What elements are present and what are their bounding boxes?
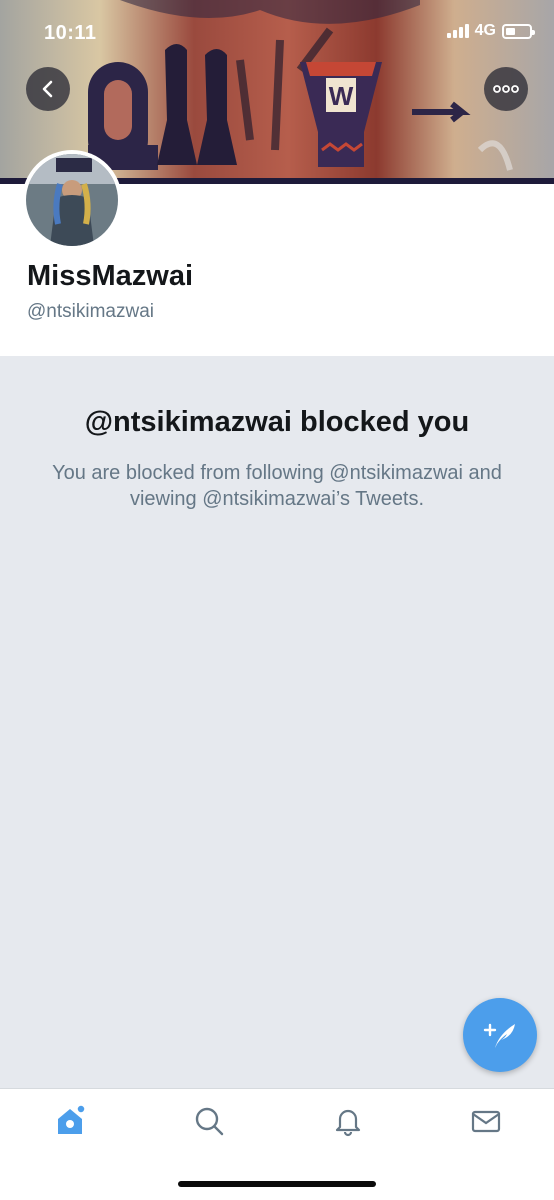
network-type: 4G (474, 22, 496, 39)
mail-icon (471, 1110, 501, 1133)
blocked-notice: @ntsikimazwai blocked you You are blocke… (0, 356, 554, 1088)
search-icon (195, 1107, 224, 1136)
home-icon (58, 1104, 86, 1134)
status-indicators: 4G (446, 22, 535, 40)
tab-home[interactable] (50, 1101, 90, 1141)
tab-search[interactable] (189, 1101, 229, 1141)
compose-tweet-button[interactable] (463, 998, 537, 1072)
profile-handle: @ntsikimazwai (27, 301, 154, 322)
bell-icon (335, 1109, 361, 1137)
signal-icon (446, 24, 469, 38)
tab-messages[interactable] (466, 1101, 506, 1141)
home-indicator[interactable] (178, 1181, 376, 1187)
avatar-image (26, 154, 118, 246)
more-horizontal-icon (493, 85, 519, 93)
display-name: MissMazwai (27, 260, 193, 292)
blocked-title: @ntsikimazwai blocked you (84, 406, 470, 438)
status-time: 10:11 (44, 22, 97, 44)
back-button[interactable] (26, 67, 70, 111)
profile-avatar[interactable] (22, 150, 122, 250)
chevron-left-icon (42, 80, 53, 98)
battery-icon (502, 23, 535, 39)
svg-text:W: W (329, 81, 354, 111)
tab-notifications[interactable] (328, 1101, 368, 1141)
compose-tweet-icon (483, 1023, 515, 1048)
status-bar: 10:11 4G (0, 0, 554, 66)
more-options-button[interactable] (484, 67, 528, 111)
blocked-message: You are blocked from following @ntsikima… (52, 462, 502, 510)
